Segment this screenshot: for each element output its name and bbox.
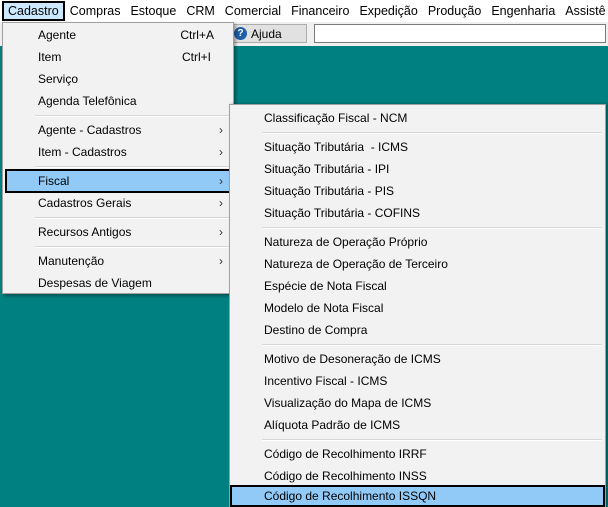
menu-item-label: Agente: [38, 28, 77, 42]
menu-separator: [35, 246, 230, 248]
menu-item-label: Despesas de Viagem: [38, 276, 152, 290]
menu-item-cadastros-gerais[interactable]: Cadastros Gerais ›: [5, 192, 231, 214]
menu-item-fiscal[interactable]: Fiscal ›: [5, 169, 231, 193]
submenu-item-pis[interactable]: Situação Tributária - PIS: [232, 180, 603, 202]
menu-producao[interactable]: Produção: [423, 1, 487, 21]
menu-item-label: Situação Tributária - PIS: [264, 184, 395, 198]
menu-item-label: Situação Tributária - IPI: [264, 162, 390, 176]
menu-item-item-cadastros[interactable]: Item - Cadastros ›: [5, 141, 231, 163]
menu-item-agente[interactable]: Agente Ctrl+A: [5, 24, 231, 46]
submenu-item-mapa-icms[interactable]: Visualização do Mapa de ICMS: [232, 392, 603, 414]
menu-item-label: Incentivo Fiscal - ICMS: [264, 374, 388, 388]
menu-item-agenda-telefonica[interactable]: Agenda Telefônica: [5, 90, 231, 112]
menu-separator: [35, 115, 230, 117]
chevron-right-icon: ›: [219, 174, 223, 188]
menu-item-label: Item: [38, 50, 62, 64]
menu-item-label: Item - Cadastros: [38, 145, 127, 159]
menu-item-label: Serviço: [38, 72, 79, 86]
menu-item-label: Alíquota Padrão de ICMS: [264, 418, 401, 432]
menu-expedicao[interactable]: Expedição: [354, 1, 422, 21]
submenu-item-issqn[interactable]: Código de Recolhimento ISSQN: [230, 485, 605, 507]
submenu-item-ipi[interactable]: Situação Tributária - IPI: [232, 158, 603, 180]
menu-item-label: Fiscal: [38, 174, 70, 188]
submenu-item-inss[interactable]: Código de Recolhimento INSS: [232, 465, 603, 487]
menu-item-label: Situação Tributária - ICMS: [264, 140, 409, 154]
menu-separator: [35, 217, 230, 219]
submenu-item-irrf[interactable]: Código de Recolhimento IRRF: [232, 443, 603, 465]
submenu-item-especie-nota[interactable]: Espécie de Nota Fiscal: [232, 275, 603, 297]
menu-item-despesas-de-viagem[interactable]: Despesas de Viagem: [5, 272, 231, 294]
submenu-item-icms[interactable]: Situação Tributária - ICMS: [232, 136, 603, 158]
menu-item-label: Código de Recolhimento ISSQN: [264, 489, 437, 503]
menu-item-servico[interactable]: Serviço: [5, 68, 231, 90]
menu-financeiro[interactable]: Financeiro: [286, 1, 354, 21]
menu-item-label: Visualização do Mapa de ICMS: [264, 396, 432, 410]
menu-engenharia[interactable]: Engenharia: [486, 1, 560, 21]
submenu-item-aliquota-padrao[interactable]: Alíquota Padrão de ICMS: [232, 414, 603, 436]
menu-separator: [262, 227, 602, 229]
fiscal-submenu: Classificação Fiscal - NCM Situação Trib…: [229, 104, 606, 507]
submenu-item-natureza-proprio[interactable]: Natureza de Operação Próprio: [232, 231, 603, 253]
shortcut-label: Ctrl+A: [180, 28, 214, 42]
submenu-item-motivo-desoneracao[interactable]: Motivo de Desoneração de ICMS: [232, 348, 603, 370]
menu-item-label: Natureza de Operação de Terceiro: [264, 257, 448, 271]
menu-item-agente-cadastros[interactable]: Agente - Cadastros ›: [5, 119, 231, 141]
menu-item-label: Modelo de Nota Fiscal: [264, 301, 384, 315]
menu-item-label: Código de Recolhimento INSS: [264, 469, 427, 483]
menu-item-item[interactable]: Item Ctrl+I: [5, 46, 231, 68]
menu-separator: [262, 132, 602, 134]
help-button[interactable]: ? Ajuda: [229, 24, 307, 43]
menu-item-label: Espécie de Nota Fiscal: [264, 279, 387, 293]
chevron-right-icon: ›: [219, 254, 223, 268]
menu-assistencia[interactable]: Assistê: [560, 1, 608, 21]
menu-crm[interactable]: CRM: [181, 1, 219, 21]
menu-item-label: Recursos Antigos: [38, 225, 132, 239]
toolbar-input[interactable]: [314, 24, 606, 43]
submenu-item-ncm[interactable]: Classificação Fiscal - NCM: [232, 107, 603, 129]
menu-item-label: Natureza de Operação Próprio: [264, 235, 428, 249]
cadastro-dropdown-menu: Agente Ctrl+A Item Ctrl+I Serviço Agenda…: [2, 22, 234, 294]
menu-item-label: Agenda Telefônica: [38, 94, 137, 108]
shortcut-label: Ctrl+I: [181, 50, 211, 64]
menu-item-manutencao[interactable]: Manutenção ›: [5, 250, 231, 272]
menu-item-label: Destino de Compra: [264, 323, 368, 337]
menu-comercial[interactable]: Comercial: [220, 1, 286, 21]
menu-item-label: Agente - Cadastros: [38, 123, 142, 137]
menu-item-label: Situação Tributária - COFINS: [264, 206, 421, 220]
menu-item-recursos-antigos[interactable]: Recursos Antigos ›: [5, 221, 231, 243]
submenu-item-natureza-terceiro[interactable]: Natureza de Operação de Terceiro: [232, 253, 603, 275]
chevron-right-icon: ›: [219, 123, 223, 137]
submenu-item-destino-compra[interactable]: Destino de Compra: [232, 319, 603, 341]
menu-item-label: Manutenção: [38, 254, 105, 268]
menu-item-label: Cadastros Gerais: [38, 196, 132, 210]
menu-item-label: Classificação Fiscal - NCM: [264, 111, 408, 125]
menu-separator: [35, 166, 230, 168]
menu-separator: [262, 439, 602, 441]
chevron-right-icon: ›: [219, 145, 223, 159]
menu-separator: [262, 344, 602, 346]
menu-estoque[interactable]: Estoque: [125, 1, 181, 21]
chevron-right-icon: ›: [219, 196, 223, 210]
submenu-item-modelo-nota[interactable]: Modelo de Nota Fiscal: [232, 297, 603, 319]
menu-item-label: Motivo de Desoneração de ICMS: [264, 352, 441, 366]
menu-item-label: Código de Recolhimento IRRF: [264, 447, 427, 461]
chevron-right-icon: ›: [219, 225, 223, 239]
help-button-label: Ajuda: [251, 26, 282, 41]
submenu-item-incentivo-fiscal[interactable]: Incentivo Fiscal - ICMS: [232, 370, 603, 392]
menu-bar: Cadastro Compras Estoque CRM Comercial F…: [0, 0, 608, 23]
menu-compras[interactable]: Compras: [65, 1, 126, 21]
menu-cadastro[interactable]: Cadastro: [2, 1, 65, 21]
submenu-item-cofins[interactable]: Situação Tributária - COFINS: [232, 202, 603, 224]
help-icon: ?: [234, 27, 247, 40]
